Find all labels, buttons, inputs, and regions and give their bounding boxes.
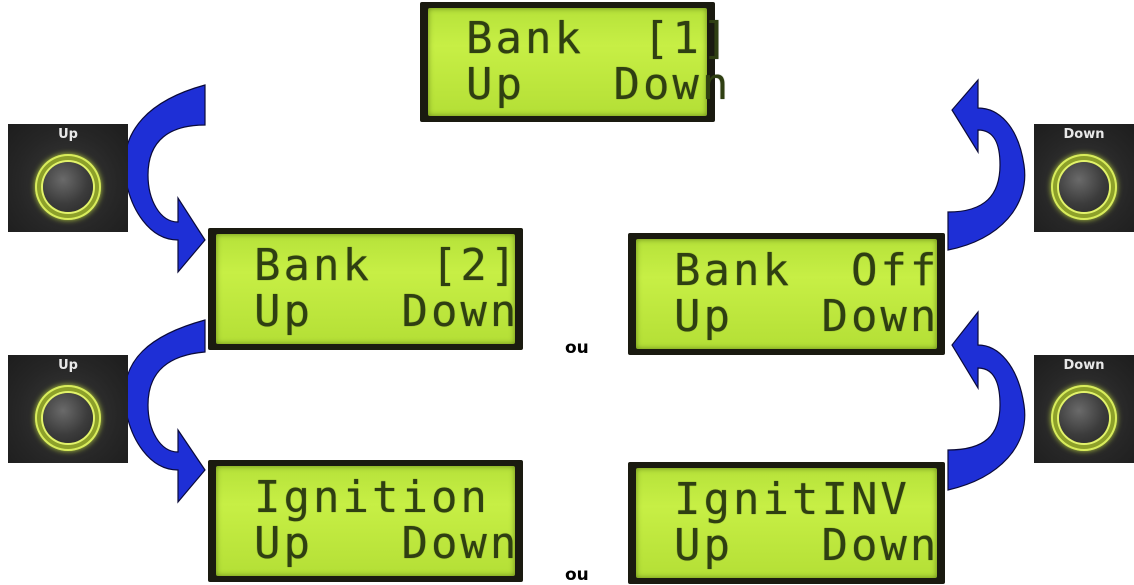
- lcd-screen: Bank [2] Up Down: [216, 234, 520, 344]
- lcd-line-2: Up Down: [466, 59, 732, 110]
- lcd-line-2: Up Down: [674, 291, 940, 342]
- down-button-label: Down: [1063, 127, 1105, 142]
- knob-ring-icon: [35, 153, 101, 220]
- lcd-screen: Ignition Up Down: [216, 466, 520, 576]
- arrow-down-1: [947, 78, 1026, 251]
- knob-ring-icon: [35, 384, 101, 451]
- knob-cap-icon: [43, 161, 93, 212]
- up-button-knob[interactable]: Up: [8, 124, 128, 232]
- lcd-screen: Bank Off Up Down: [636, 239, 937, 349]
- arrow-down-2: [947, 310, 1026, 491]
- arrow-up-1: [123, 84, 206, 274]
- lcd-ignition: Ignition Up Down: [208, 460, 523, 582]
- lcd-line-2: Up Down: [254, 286, 520, 337]
- arrow-up-2: [123, 319, 206, 504]
- down-button-label: Down: [1063, 358, 1105, 373]
- lcd-line-2: Up Down: [674, 520, 940, 571]
- lcd-line-1: IgnitINV: [674, 474, 910, 525]
- lcd-screen: IgnitINV Up Down: [636, 468, 937, 578]
- knob-cap-icon: [1059, 392, 1109, 443]
- lcd-line-1: Ignition: [254, 472, 490, 523]
- lcd-line-1: Bank [2]: [254, 240, 520, 291]
- knob-cap-icon: [43, 392, 93, 443]
- down-button-knob[interactable]: Down: [1034, 355, 1134, 463]
- lcd-line-1: Bank Off: [674, 245, 940, 296]
- lcd-screen: Bank [1] Up Down: [428, 8, 732, 116]
- lcd-line-2: Up Down: [254, 518, 520, 569]
- lcd-bank-off: Bank Off Up Down: [628, 233, 945, 355]
- lcd-bank-1: Bank [1] Up Down: [420, 2, 732, 122]
- knob-ring-icon: [1051, 384, 1117, 451]
- up-button-label: Up: [58, 127, 78, 142]
- or-label: ou: [565, 565, 589, 585]
- lcd-ignit-inv: IgnitINV Up Down: [628, 462, 945, 584]
- or-label: ou: [565, 338, 589, 358]
- down-button-knob[interactable]: Down: [1034, 124, 1134, 232]
- up-button-knob[interactable]: Up: [8, 355, 128, 463]
- knob-ring-icon: [1051, 153, 1117, 220]
- lcd-line-1: Bank [1]: [466, 13, 732, 64]
- up-button-label: Up: [58, 358, 78, 373]
- lcd-bank-2: Bank [2] Up Down: [208, 228, 523, 350]
- knob-cap-icon: [1059, 161, 1109, 212]
